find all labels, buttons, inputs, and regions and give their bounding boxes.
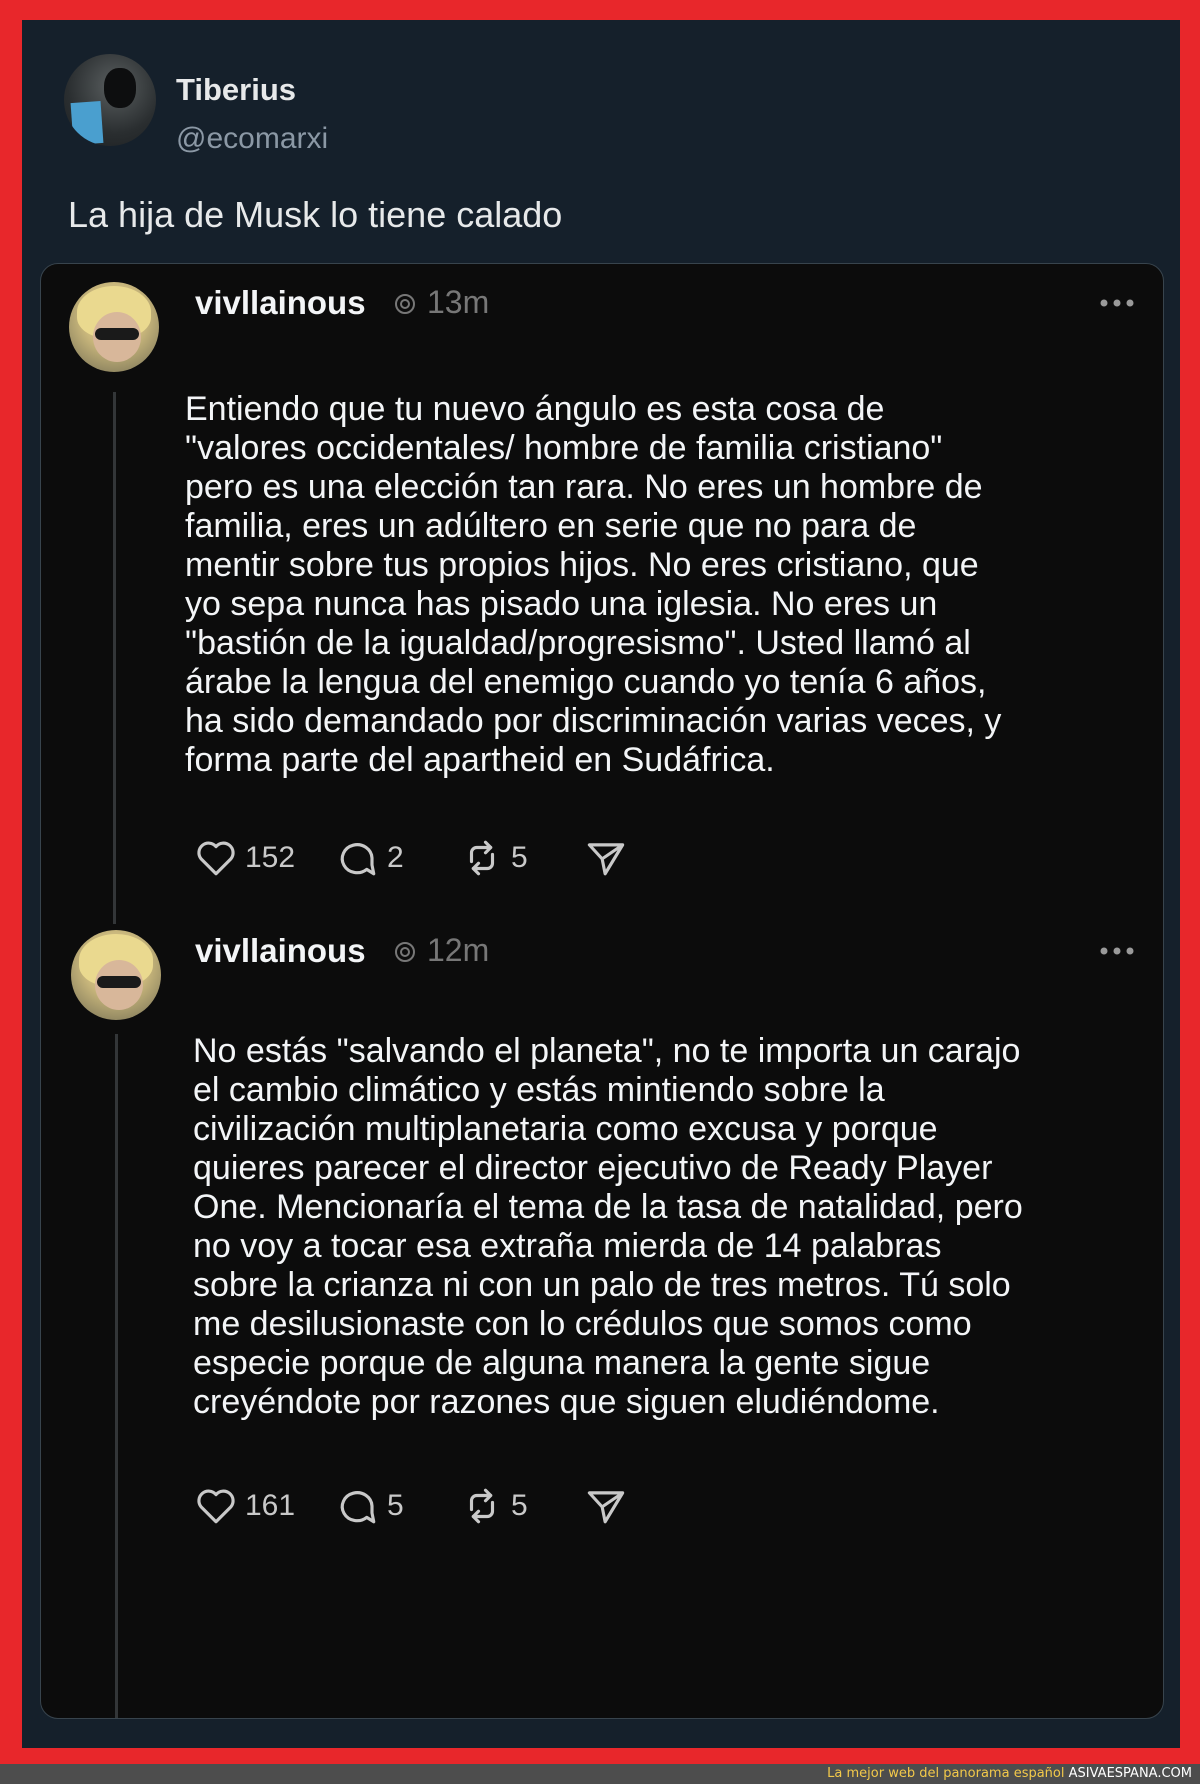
repost-icon <box>469 840 495 876</box>
repost-button[interactable]: 5 <box>461 836 528 880</box>
threads-verified-icon <box>395 294 415 314</box>
post-body: Entiendo que tu nuevo ángulo es esta cos… <box>185 390 1002 779</box>
share-button[interactable] <box>585 1484 627 1528</box>
site-footer: La mejor web del panorama español ASIVAE… <box>0 1764 1200 1784</box>
footer-text: La mejor web del panorama español ASIVAE… <box>827 1766 1192 1781</box>
share-button[interactable] <box>585 836 627 880</box>
heart-icon <box>197 841 235 876</box>
reply-count: 5 <box>387 1489 404 1522</box>
post-timestamp: 12m <box>427 932 490 968</box>
thread-post: vivllainous 13m Entiendo que tu nuevo án… <box>41 264 1163 924</box>
footer-tagline: La mejor web del panorama español <box>827 1766 1065 1781</box>
more-options-icon[interactable] <box>1099 946 1135 956</box>
like-count: 152 <box>245 841 296 874</box>
reply-bubble-icon <box>340 1491 376 1524</box>
author-avatar[interactable] <box>64 54 156 146</box>
like-button[interactable]: 161 <box>195 1484 295 1528</box>
footer-site-name[interactable]: ASIVAESPANA.COM <box>1069 1766 1192 1781</box>
thread-post: vivllainous 12m No estás "salvando el pl… <box>41 920 1163 1718</box>
thread-line <box>115 1034 118 1718</box>
post-username[interactable]: vivllainous <box>195 932 366 970</box>
reply-count: 2 <box>387 841 404 874</box>
tweet-text: La hija de Musk lo tiene calado <box>68 194 563 235</box>
reply-bubble-icon <box>340 843 376 876</box>
reply-button[interactable]: 2 <box>337 836 404 880</box>
author-display-name[interactable]: Tiberius <box>176 72 296 108</box>
thread-line <box>113 392 116 924</box>
like-count: 161 <box>245 1489 296 1522</box>
heart-icon <box>197 1489 235 1524</box>
share-send-icon <box>587 843 625 876</box>
avatar-glasses <box>95 328 139 340</box>
post-avatar[interactable] <box>69 282 159 372</box>
post-username[interactable]: vivllainous <box>195 284 366 322</box>
repost-button[interactable]: 5 <box>461 1484 528 1528</box>
like-button[interactable]: 152 <box>195 836 295 880</box>
repost-icon <box>469 1488 495 1524</box>
post-timestamp: 13m <box>427 284 490 320</box>
repost-count: 5 <box>511 1489 528 1522</box>
post-body: No estás "salvando el planeta", no te im… <box>193 1032 1023 1421</box>
avatar-mask-shape <box>104 68 136 108</box>
more-options-icon[interactable] <box>1099 298 1135 308</box>
threads-verified-icon <box>395 942 415 962</box>
post-avatar[interactable] <box>71 930 161 1020</box>
avatar-book-shape <box>70 101 104 145</box>
quoted-thread-card[interactable]: vivllainous 13m Entiendo que tu nuevo án… <box>40 263 1164 1719</box>
repost-count: 5 <box>511 841 528 874</box>
avatar-glasses <box>97 976 141 988</box>
screenshot-frame: Tiberius @ecomarxi La hija de Musk lo ti… <box>22 20 1180 1748</box>
author-handle[interactable]: @ecomarxi <box>176 122 328 156</box>
reply-button[interactable]: 5 <box>337 1484 404 1528</box>
share-send-icon <box>587 1491 625 1524</box>
